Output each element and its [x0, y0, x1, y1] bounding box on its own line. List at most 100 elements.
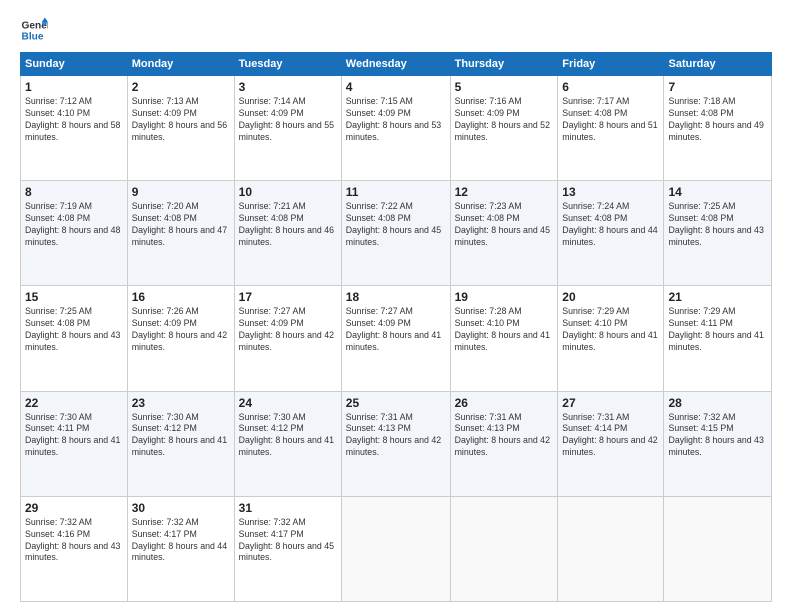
- day-number: 13: [562, 185, 659, 199]
- day-number: 9: [132, 185, 230, 199]
- day-of-week-header: Monday: [127, 53, 234, 76]
- day-number: 11: [346, 185, 446, 199]
- day-number: 29: [25, 501, 123, 515]
- day-info: Sunrise: 7:27 AMSunset: 4:09 PMDaylight:…: [346, 306, 441, 352]
- calendar-cell: 12 Sunrise: 7:23 AMSunset: 4:08 PMDaylig…: [450, 181, 558, 286]
- day-number: 31: [239, 501, 337, 515]
- day-number: 24: [239, 396, 337, 410]
- calendar-cell: 25 Sunrise: 7:31 AMSunset: 4:13 PMDaylig…: [341, 391, 450, 496]
- day-number: 16: [132, 290, 230, 304]
- calendar-cell: 26 Sunrise: 7:31 AMSunset: 4:13 PMDaylig…: [450, 391, 558, 496]
- day-number: 20: [562, 290, 659, 304]
- calendar-cell: 11 Sunrise: 7:22 AMSunset: 4:08 PMDaylig…: [341, 181, 450, 286]
- day-info: Sunrise: 7:17 AMSunset: 4:08 PMDaylight:…: [562, 96, 657, 142]
- day-info: Sunrise: 7:15 AMSunset: 4:09 PMDaylight:…: [346, 96, 441, 142]
- header: General Blue: [20, 16, 772, 44]
- day-info: Sunrise: 7:24 AMSunset: 4:08 PMDaylight:…: [562, 201, 657, 247]
- calendar-cell: [341, 496, 450, 601]
- svg-text:Blue: Blue: [22, 31, 44, 42]
- calendar-cell: 21 Sunrise: 7:29 AMSunset: 4:11 PMDaylig…: [664, 286, 772, 391]
- day-info: Sunrise: 7:32 AMSunset: 4:15 PMDaylight:…: [668, 412, 763, 458]
- calendar-cell: 10 Sunrise: 7:21 AMSunset: 4:08 PMDaylig…: [234, 181, 341, 286]
- day-info: Sunrise: 7:23 AMSunset: 4:08 PMDaylight:…: [455, 201, 550, 247]
- day-number: 15: [25, 290, 123, 304]
- day-number: 14: [668, 185, 767, 199]
- day-number: 23: [132, 396, 230, 410]
- day-of-week-header: Friday: [558, 53, 664, 76]
- calendar-cell: 31 Sunrise: 7:32 AMSunset: 4:17 PMDaylig…: [234, 496, 341, 601]
- calendar-cell: 13 Sunrise: 7:24 AMSunset: 4:08 PMDaylig…: [558, 181, 664, 286]
- days-of-week-row: SundayMondayTuesdayWednesdayThursdayFrid…: [21, 53, 772, 76]
- day-info: Sunrise: 7:25 AMSunset: 4:08 PMDaylight:…: [668, 201, 763, 247]
- day-info: Sunrise: 7:12 AMSunset: 4:10 PMDaylight:…: [25, 96, 120, 142]
- calendar-cell: 18 Sunrise: 7:27 AMSunset: 4:09 PMDaylig…: [341, 286, 450, 391]
- day-number: 25: [346, 396, 446, 410]
- day-info: Sunrise: 7:30 AMSunset: 4:12 PMDaylight:…: [132, 412, 227, 458]
- calendar-cell: [450, 496, 558, 601]
- day-info: Sunrise: 7:30 AMSunset: 4:12 PMDaylight:…: [239, 412, 334, 458]
- calendar-cell: [558, 496, 664, 601]
- calendar-cell: 1 Sunrise: 7:12 AMSunset: 4:10 PMDayligh…: [21, 76, 128, 181]
- day-number: 12: [455, 185, 554, 199]
- calendar-cell: 4 Sunrise: 7:15 AMSunset: 4:09 PMDayligh…: [341, 76, 450, 181]
- calendar-cell: 20 Sunrise: 7:29 AMSunset: 4:10 PMDaylig…: [558, 286, 664, 391]
- day-info: Sunrise: 7:16 AMSunset: 4:09 PMDaylight:…: [455, 96, 550, 142]
- day-number: 2: [132, 80, 230, 94]
- calendar-cell: [664, 496, 772, 601]
- day-number: 7: [668, 80, 767, 94]
- calendar-cell: 23 Sunrise: 7:30 AMSunset: 4:12 PMDaylig…: [127, 391, 234, 496]
- day-number: 4: [346, 80, 446, 94]
- day-info: Sunrise: 7:22 AMSunset: 4:08 PMDaylight:…: [346, 201, 441, 247]
- calendar-cell: 16 Sunrise: 7:26 AMSunset: 4:09 PMDaylig…: [127, 286, 234, 391]
- day-info: Sunrise: 7:18 AMSunset: 4:08 PMDaylight:…: [668, 96, 763, 142]
- day-of-week-header: Sunday: [21, 53, 128, 76]
- day-info: Sunrise: 7:27 AMSunset: 4:09 PMDaylight:…: [239, 306, 334, 352]
- day-of-week-header: Saturday: [664, 53, 772, 76]
- calendar-week-row: 22 Sunrise: 7:30 AMSunset: 4:11 PMDaylig…: [21, 391, 772, 496]
- day-info: Sunrise: 7:25 AMSunset: 4:08 PMDaylight:…: [25, 306, 120, 352]
- day-info: Sunrise: 7:32 AMSunset: 4:17 PMDaylight:…: [132, 517, 227, 563]
- day-info: Sunrise: 7:31 AMSunset: 4:13 PMDaylight:…: [455, 412, 550, 458]
- calendar-cell: 28 Sunrise: 7:32 AMSunset: 4:15 PMDaylig…: [664, 391, 772, 496]
- day-number: 18: [346, 290, 446, 304]
- calendar-table: SundayMondayTuesdayWednesdayThursdayFrid…: [20, 52, 772, 602]
- calendar-cell: 17 Sunrise: 7:27 AMSunset: 4:09 PMDaylig…: [234, 286, 341, 391]
- calendar-cell: 6 Sunrise: 7:17 AMSunset: 4:08 PMDayligh…: [558, 76, 664, 181]
- calendar-cell: 9 Sunrise: 7:20 AMSunset: 4:08 PMDayligh…: [127, 181, 234, 286]
- day-number: 26: [455, 396, 554, 410]
- day-number: 30: [132, 501, 230, 515]
- day-info: Sunrise: 7:14 AMSunset: 4:09 PMDaylight:…: [239, 96, 334, 142]
- calendar-cell: 29 Sunrise: 7:32 AMSunset: 4:16 PMDaylig…: [21, 496, 128, 601]
- calendar-cell: 19 Sunrise: 7:28 AMSunset: 4:10 PMDaylig…: [450, 286, 558, 391]
- day-number: 21: [668, 290, 767, 304]
- calendar-cell: 24 Sunrise: 7:30 AMSunset: 4:12 PMDaylig…: [234, 391, 341, 496]
- day-info: Sunrise: 7:19 AMSunset: 4:08 PMDaylight:…: [25, 201, 120, 247]
- calendar-body: 1 Sunrise: 7:12 AMSunset: 4:10 PMDayligh…: [21, 76, 772, 602]
- calendar-cell: 14 Sunrise: 7:25 AMSunset: 4:08 PMDaylig…: [664, 181, 772, 286]
- calendar-cell: 7 Sunrise: 7:18 AMSunset: 4:08 PMDayligh…: [664, 76, 772, 181]
- day-number: 5: [455, 80, 554, 94]
- day-number: 1: [25, 80, 123, 94]
- day-number: 3: [239, 80, 337, 94]
- day-info: Sunrise: 7:20 AMSunset: 4:08 PMDaylight:…: [132, 201, 227, 247]
- day-number: 6: [562, 80, 659, 94]
- calendar-week-row: 29 Sunrise: 7:32 AMSunset: 4:16 PMDaylig…: [21, 496, 772, 601]
- day-info: Sunrise: 7:31 AMSunset: 4:14 PMDaylight:…: [562, 412, 657, 458]
- day-info: Sunrise: 7:31 AMSunset: 4:13 PMDaylight:…: [346, 412, 441, 458]
- day-info: Sunrise: 7:26 AMSunset: 4:09 PMDaylight:…: [132, 306, 227, 352]
- day-number: 17: [239, 290, 337, 304]
- day-info: Sunrise: 7:29 AMSunset: 4:11 PMDaylight:…: [668, 306, 763, 352]
- day-of-week-header: Thursday: [450, 53, 558, 76]
- day-info: Sunrise: 7:29 AMSunset: 4:10 PMDaylight:…: [562, 306, 657, 352]
- calendar-cell: 5 Sunrise: 7:16 AMSunset: 4:09 PMDayligh…: [450, 76, 558, 181]
- day-number: 10: [239, 185, 337, 199]
- day-info: Sunrise: 7:13 AMSunset: 4:09 PMDaylight:…: [132, 96, 227, 142]
- day-info: Sunrise: 7:32 AMSunset: 4:16 PMDaylight:…: [25, 517, 120, 563]
- day-number: 28: [668, 396, 767, 410]
- day-of-week-header: Wednesday: [341, 53, 450, 76]
- day-number: 8: [25, 185, 123, 199]
- calendar-cell: 2 Sunrise: 7:13 AMSunset: 4:09 PMDayligh…: [127, 76, 234, 181]
- logo: General Blue: [20, 16, 48, 44]
- calendar-cell: 3 Sunrise: 7:14 AMSunset: 4:09 PMDayligh…: [234, 76, 341, 181]
- calendar-week-row: 8 Sunrise: 7:19 AMSunset: 4:08 PMDayligh…: [21, 181, 772, 286]
